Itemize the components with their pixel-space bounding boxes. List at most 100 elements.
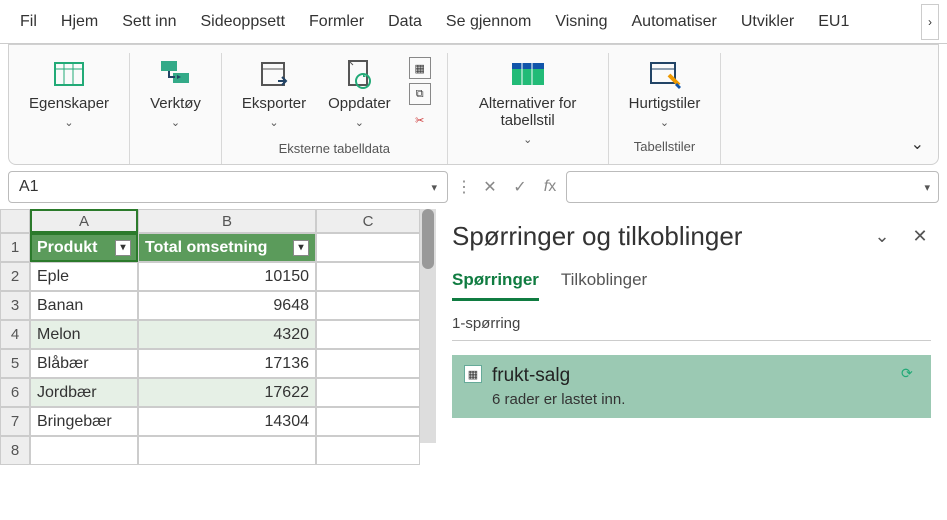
filter-button[interactable]: ▾ xyxy=(293,240,309,256)
formula-bar-row: A1 ▾ ⋮ ✕ ✓ fx ▾ xyxy=(0,165,947,209)
tab-formler[interactable]: Formler xyxy=(297,3,376,41)
cell[interactable] xyxy=(316,262,420,291)
col-header[interactable]: B xyxy=(138,209,316,233)
select-all-corner[interactable] xyxy=(0,209,30,233)
cell[interactable]: Produkt ▾ xyxy=(30,233,138,262)
cell[interactable] xyxy=(316,436,420,465)
vertical-scrollbar[interactable] xyxy=(420,209,436,443)
row-header[interactable]: 3 xyxy=(0,291,30,320)
tab-sideoppsett[interactable]: Sideoppsett xyxy=(189,3,298,41)
table-style-options-button[interactable]: Alternativer for tabellstil ⌄ xyxy=(460,53,596,150)
tab-data[interactable]: Data xyxy=(376,3,434,41)
cell[interactable]: 9648 xyxy=(138,291,316,320)
close-icon[interactable]: ✕ xyxy=(909,226,931,248)
cell[interactable] xyxy=(316,349,420,378)
cell[interactable] xyxy=(316,291,420,320)
cell[interactable] xyxy=(316,233,420,262)
properties-button[interactable]: Egenskaper ⌄ xyxy=(21,53,117,133)
refresh-icon[interactable]: ⟳ xyxy=(901,365,919,383)
cell[interactable]: Bringebær xyxy=(30,407,138,436)
name-box-value: A1 xyxy=(19,178,39,196)
queries-connections-pane: Spørringer og tilkoblinger ⌄ ✕ Spørringe… xyxy=(436,209,947,443)
chevron-down-icon: ⌄ xyxy=(64,116,73,129)
cell[interactable]: Banan xyxy=(30,291,138,320)
tab-fil[interactable]: Fil xyxy=(8,3,49,41)
row-header[interactable]: 8 xyxy=(0,436,30,465)
properties-label: Egenskaper xyxy=(29,95,109,112)
cell[interactable]: 14304 xyxy=(138,407,316,436)
pane-title: Spørringer og tilkoblinger xyxy=(452,221,742,252)
row-header[interactable]: 2 xyxy=(0,262,30,291)
export-label: Eksporter xyxy=(242,95,306,112)
quick-styles-icon xyxy=(645,57,685,91)
chevron-down-icon: ▾ xyxy=(431,181,437,194)
chevron-down-icon: ⌄ xyxy=(171,116,180,129)
query-count-label: 1-spørring xyxy=(452,315,931,341)
row-header[interactable]: 5 xyxy=(0,349,30,378)
cell[interactable] xyxy=(30,436,138,465)
cancel-formula-button[interactable]: ✕ xyxy=(480,177,500,197)
cell[interactable]: 17622 xyxy=(138,378,316,407)
cell[interactable]: Jordbær xyxy=(30,378,138,407)
table-style-icon xyxy=(508,57,548,91)
name-box[interactable]: A1 ▾ xyxy=(8,171,448,203)
col-header[interactable]: A xyxy=(30,209,138,233)
cell[interactable]: Blåbær xyxy=(30,349,138,378)
quick-styles-button[interactable]: Hurtigstiler ⌄ xyxy=(621,53,709,133)
export-button[interactable]: Eksporter ⌄ xyxy=(234,53,314,135)
cell[interactable]: 17136 xyxy=(138,349,316,378)
cell[interactable]: Eple xyxy=(30,262,138,291)
small-browser-button[interactable]: ⧉ xyxy=(409,83,431,105)
ribbon: Egenskaper ⌄ Verktøy ⌄ Eksporter ⌄ Oppda… xyxy=(8,44,939,165)
table-header-label: Produkt xyxy=(37,239,97,257)
accept-formula-button[interactable]: ✓ xyxy=(510,177,530,197)
collapse-ribbon-button[interactable]: ⌄ xyxy=(911,134,924,154)
chevron-down-icon: ▾ xyxy=(924,181,930,194)
cell[interactable]: Total omsetning ▾ xyxy=(138,233,316,262)
tab-utvikler[interactable]: Utvikler xyxy=(729,3,806,41)
row-header[interactable]: 7 xyxy=(0,407,30,436)
row-header[interactable]: 4 xyxy=(0,320,30,349)
query-name: frukt-salg xyxy=(492,365,891,387)
formula-bar[interactable]: ▾ xyxy=(566,171,939,203)
chevron-down-icon: ⌄ xyxy=(660,116,669,129)
spreadsheet-grid: 12345678AProdukt▾EpleBananMelonBlåbærJor… xyxy=(0,209,420,443)
chevron-down-icon[interactable]: ⌄ xyxy=(871,226,893,248)
tab-automatiser[interactable]: Automatiser xyxy=(620,3,729,41)
cell[interactable] xyxy=(316,407,420,436)
cell[interactable]: 4320 xyxy=(138,320,316,349)
unlink-button[interactable]: ✂ xyxy=(409,109,431,131)
fx-button[interactable]: fx xyxy=(540,177,560,197)
export-icon xyxy=(256,57,292,91)
small-props-button[interactable]: ▦ xyxy=(409,57,431,79)
cell[interactable] xyxy=(316,320,420,349)
tab-sett-inn[interactable]: Sett inn xyxy=(110,3,188,41)
tools-button[interactable]: Verktøy ⌄ xyxy=(142,53,209,133)
cell[interactable] xyxy=(316,378,420,407)
cell[interactable]: 10150 xyxy=(138,262,316,291)
refresh-button[interactable]: Oppdater ⌄ xyxy=(320,53,399,135)
ribbon-tabs: FilHjemSett innSideoppsettFormlerDataSe … xyxy=(0,0,947,44)
row-header[interactable]: 6 xyxy=(0,378,30,407)
tab-visning[interactable]: Visning xyxy=(543,3,619,41)
tabs-scroll-right[interactable]: › xyxy=(921,4,939,40)
tab-hjem[interactable]: Hjem xyxy=(49,3,110,41)
chevron-down-icon: ⌄ xyxy=(355,116,364,129)
table-header-label: Total omsetning xyxy=(145,239,267,257)
tab-queries[interactable]: Spørringer xyxy=(452,270,539,301)
row-header[interactable]: 1 xyxy=(0,233,30,262)
tab-eu1[interactable]: EU1 xyxy=(806,3,861,41)
table-style-options-label: Alternativer for tabellstil xyxy=(468,95,588,129)
col-header[interactable]: C xyxy=(316,209,420,233)
tab-se-gjennom[interactable]: Se gjennom xyxy=(434,3,543,41)
chevron-down-icon: ⌄ xyxy=(523,133,532,146)
cell[interactable] xyxy=(138,436,316,465)
refresh-label: Oppdater xyxy=(328,95,391,112)
tab-connections[interactable]: Tilkoblinger xyxy=(561,270,647,301)
external-data-label: Eksterne tabelldata xyxy=(279,135,390,164)
table-icon: ▦ xyxy=(464,365,482,383)
cell[interactable]: Melon xyxy=(30,320,138,349)
query-item[interactable]: ▦ frukt-salg 6 rader er lastet inn. ⟳ xyxy=(452,355,931,418)
filter-button[interactable]: ▾ xyxy=(115,240,131,256)
quick-styles-label: Hurtigstiler xyxy=(629,95,701,112)
